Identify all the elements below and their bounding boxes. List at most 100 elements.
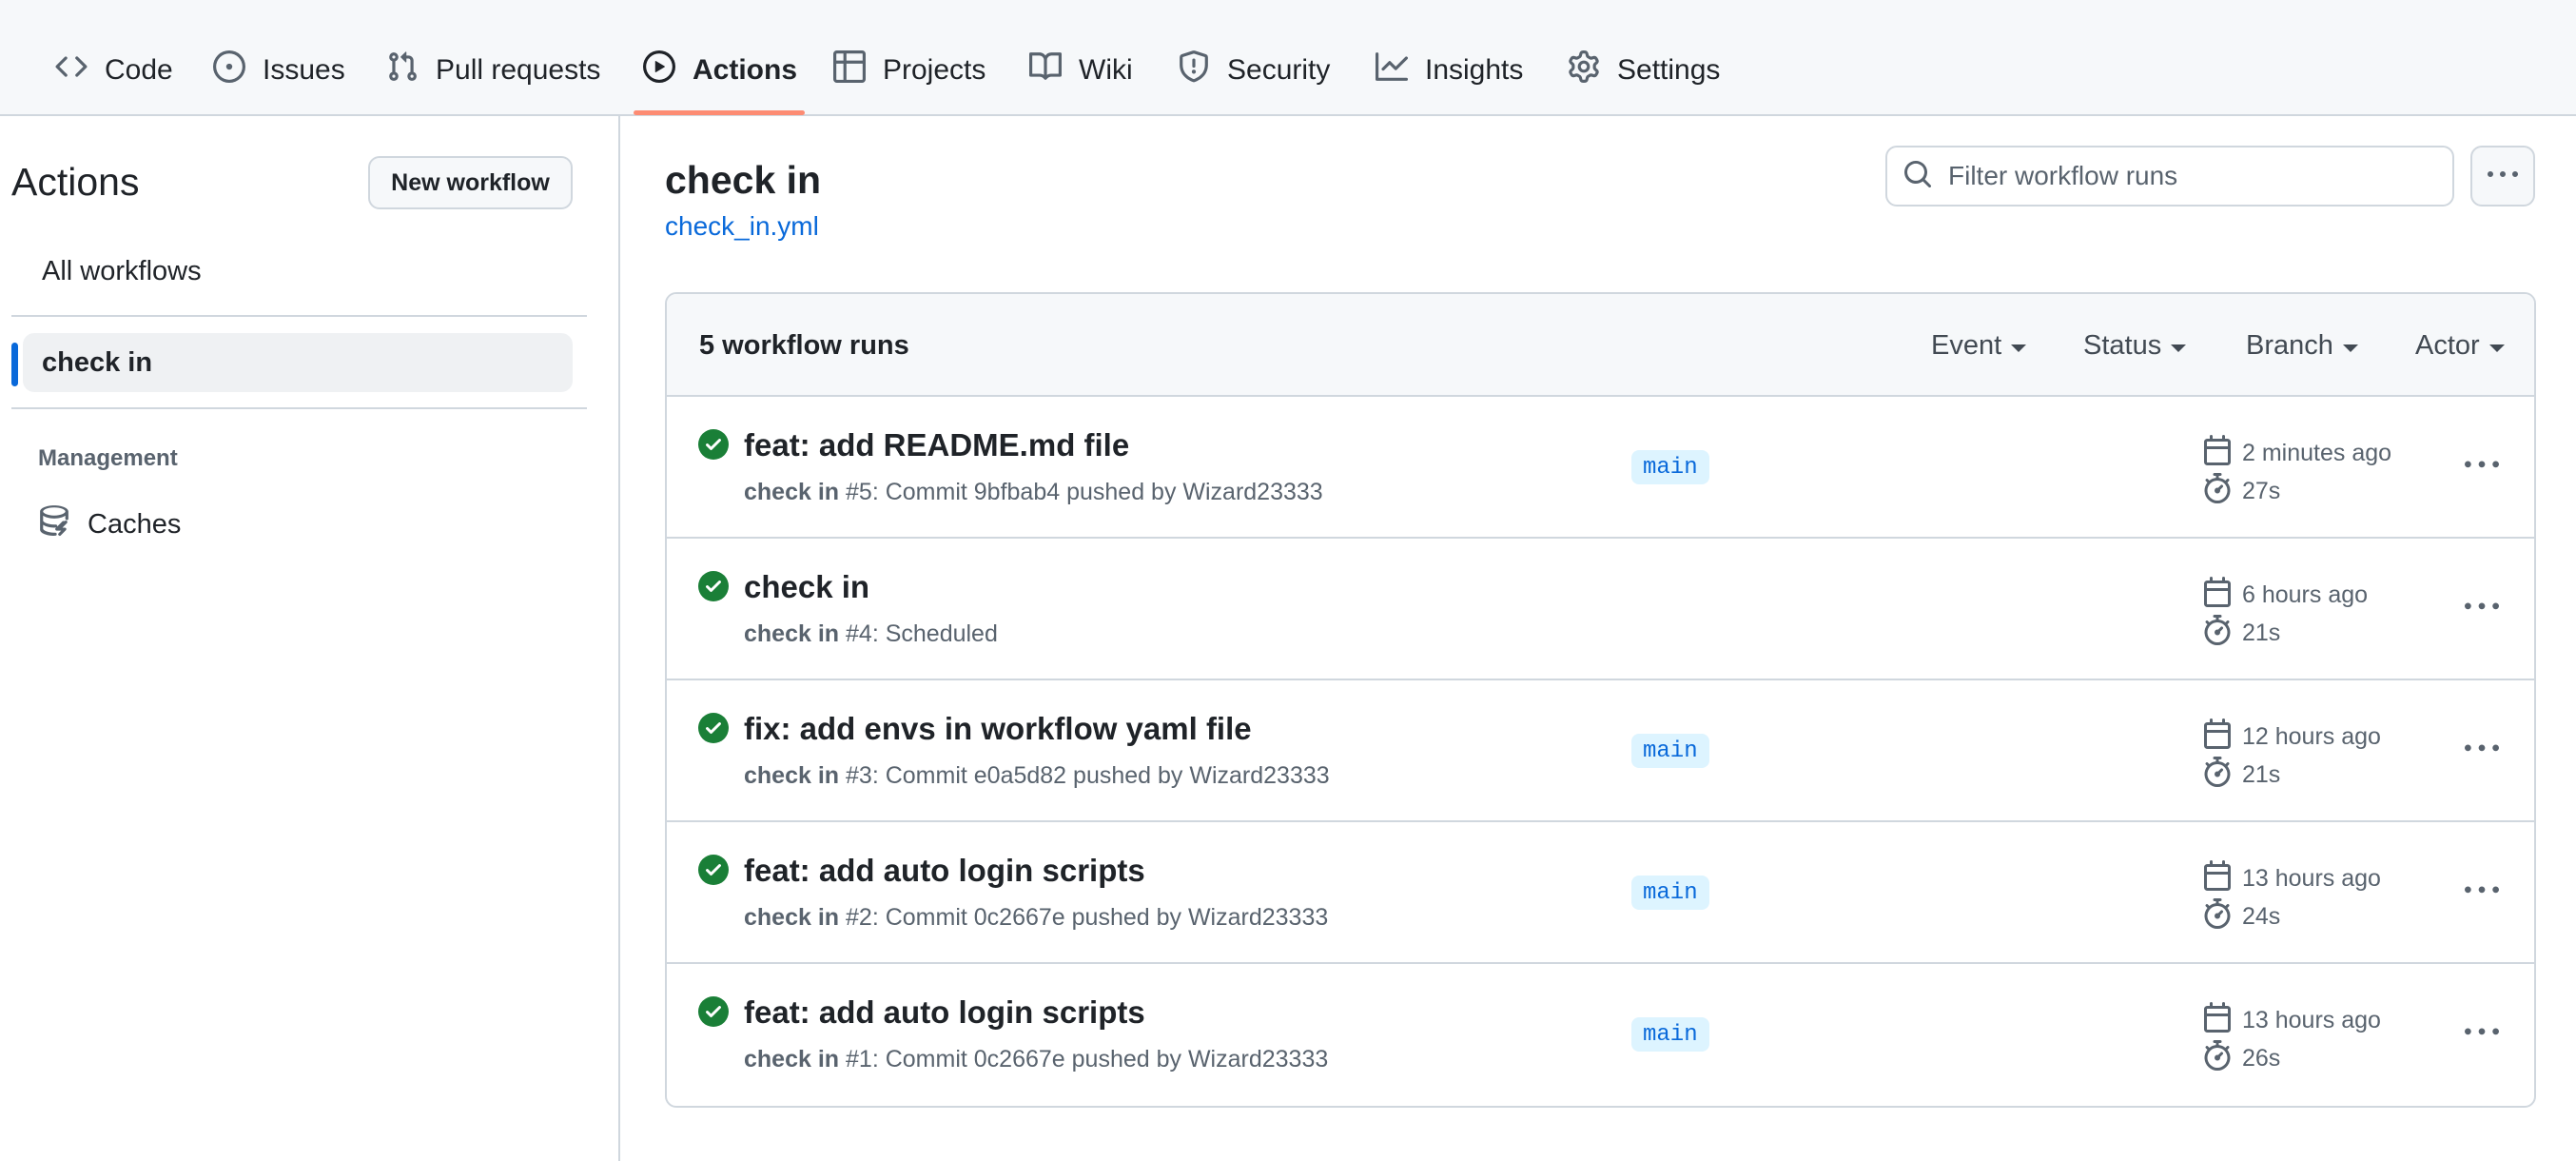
code-icon	[55, 50, 88, 90]
sidebar-item-all-workflows[interactable]: All workflows	[23, 242, 573, 301]
run-duration: 27s	[2202, 473, 2280, 510]
run-time: 13 hours ago	[2202, 1002, 2381, 1039]
sidebar-item-check-in[interactable]: check in	[23, 333, 573, 392]
run-time: 12 hours ago	[2202, 718, 2381, 756]
run-time: 13 hours ago	[2202, 860, 2381, 897]
run-title-link[interactable]: fix: add envs in workflow yaml file	[744, 711, 1252, 747]
kebab-horizontal-icon	[2465, 1015, 2499, 1054]
run-meta-text: #5: Commit 9bfbab4 pushed by Wizard23333	[839, 479, 1323, 505]
workflow-more-button[interactable]	[2470, 146, 2535, 207]
run-workflow-name: check in	[744, 620, 840, 647]
run-row: feat: add auto login scripts check in #2…	[667, 822, 2534, 964]
filter-label: Status	[2083, 330, 2162, 361]
run-when: 12 hours ago	[2242, 723, 2381, 750]
run-workflow-name: check in	[744, 904, 840, 931]
tab-projects[interactable]: Projects	[833, 48, 986, 93]
filter-input[interactable]	[1948, 161, 2443, 191]
check-circle-fill-icon	[698, 429, 729, 460]
branch-label[interactable]: main	[1631, 1017, 1709, 1052]
shield-icon	[1178, 50, 1210, 90]
run-title-link[interactable]: feat: add auto login scripts	[744, 853, 1145, 889]
tab-insights[interactable]: Insights	[1376, 48, 1523, 93]
tab-label: Wiki	[1079, 54, 1133, 86]
runs-count: 5 workflow runs	[699, 330, 909, 361]
run-workflow-name: check in	[744, 762, 840, 789]
database-icon	[38, 504, 70, 544]
selected-tab-underline	[634, 110, 805, 115]
run-time: 2 minutes ago	[2202, 435, 2391, 472]
run-title-link[interactable]: feat: add README.md file	[744, 427, 1129, 463]
tab-wiki[interactable]: Wiki	[1029, 48, 1133, 93]
run-meta-text: #2: Commit 0c2667e pushed by Wizard23333	[839, 904, 1329, 931]
event-filter-dropdown[interactable]: Event	[1931, 330, 2027, 362]
run-row: feat: add README.md file check in #5: Co…	[667, 397, 2534, 539]
git-pull-request-icon	[386, 50, 419, 90]
tab-label: Insights	[1425, 54, 1524, 86]
run-duration-value: 24s	[2242, 903, 2281, 930]
tab-actions[interactable]: Actions	[643, 48, 797, 93]
filter-workflow-runs[interactable]	[1885, 146, 2454, 207]
run-duration: 24s	[2202, 898, 2280, 935]
check-circle-fill-icon	[698, 713, 729, 743]
tab-security[interactable]: Security	[1178, 48, 1330, 93]
sidebar-item-caches[interactable]: Caches	[38, 504, 181, 544]
run-when: 6 hours ago	[2242, 581, 2369, 608]
run-when: 13 hours ago	[2242, 865, 2381, 892]
sidebar-item-label: All workflows	[42, 255, 202, 286]
run-time: 6 hours ago	[2202, 577, 2368, 614]
branch-label[interactable]: main	[1631, 450, 1709, 484]
filter-label: Event	[1931, 330, 2002, 361]
run-title-link[interactable]: feat: add auto login scripts	[744, 994, 1145, 1031]
status-filter-dropdown[interactable]: Status	[2083, 330, 2187, 362]
workflow-file-link[interactable]: check_in.yml	[665, 211, 819, 242]
run-more-button[interactable]	[2458, 588, 2506, 630]
run-more-button[interactable]	[2458, 730, 2506, 772]
run-workflow-name: check in	[744, 479, 840, 505]
branch-filter-dropdown[interactable]: Branch	[2246, 330, 2358, 362]
run-duration: 21s	[2202, 757, 2280, 794]
filter-label: Actor	[2415, 330, 2480, 361]
calendar-icon	[2202, 577, 2233, 614]
run-more-button[interactable]	[2458, 1013, 2506, 1055]
actor-filter-dropdown[interactable]: Actor	[2415, 330, 2505, 362]
sidebar-item-label: Caches	[88, 508, 182, 540]
stopwatch-icon	[2202, 757, 2233, 794]
management-heading: Management	[38, 445, 178, 471]
kebab-horizontal-icon	[2488, 160, 2518, 193]
tab-label: Projects	[883, 54, 986, 86]
tab-code[interactable]: Code	[55, 48, 173, 93]
tab-label: Settings	[1617, 54, 1721, 86]
check-circle-fill-icon	[698, 996, 729, 1027]
run-duration-value: 26s	[2242, 1045, 2281, 1072]
new-workflow-button[interactable]: New workflow	[368, 156, 573, 209]
tab-pull-requests[interactable]: Pull requests	[386, 48, 600, 93]
stopwatch-icon	[2202, 473, 2233, 510]
kebab-horizontal-icon	[2465, 732, 2499, 771]
caret-down-icon	[2488, 344, 2505, 352]
sidebar-item-label: check in	[42, 346, 153, 378]
table-icon	[833, 50, 866, 90]
filter-label: Branch	[2246, 330, 2333, 361]
tab-issues[interactable]: Issues	[213, 48, 345, 93]
kebab-horizontal-icon	[2465, 874, 2499, 913]
calendar-icon	[2202, 435, 2233, 472]
graph-icon	[1376, 50, 1408, 90]
book-icon	[1029, 50, 1063, 90]
check-circle-fill-icon	[698, 571, 729, 601]
stopwatch-icon	[2202, 1040, 2233, 1077]
sidebar-title: Actions	[11, 160, 140, 204]
tab-settings[interactable]: Settings	[1568, 48, 1720, 93]
run-when: 13 hours ago	[2242, 1007, 2381, 1033]
run-duration-value: 21s	[2242, 620, 2281, 646]
branch-label[interactable]: main	[1631, 876, 1709, 910]
run-more-button[interactable]	[2458, 872, 2506, 914]
run-meta: check in #4: Scheduled	[744, 620, 998, 648]
tab-label: Pull requests	[436, 54, 601, 86]
run-title-link[interactable]: check in	[744, 569, 869, 605]
branch-label[interactable]: main	[1631, 734, 1709, 768]
search-icon	[1903, 159, 1933, 194]
active-indicator	[11, 343, 18, 386]
run-more-button[interactable]	[2458, 446, 2506, 488]
runs-header: 5 workflow runs Event Status Branch Acto…	[667, 294, 2534, 397]
kebab-horizontal-icon	[2465, 590, 2499, 629]
